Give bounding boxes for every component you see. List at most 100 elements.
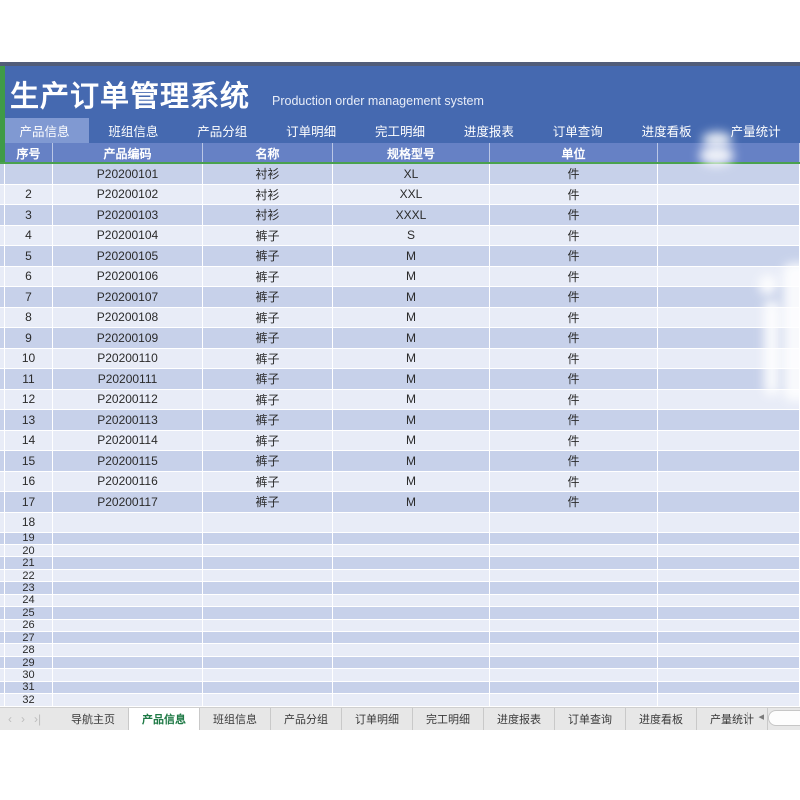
cell-code[interactable]: P20200114 [53,431,203,451]
cell-name[interactable] [203,513,333,532]
cell-no[interactable]: 13 [5,410,53,430]
cell-name[interactable] [203,582,333,593]
cell-unit[interactable]: 件 [490,205,658,225]
cell-blank[interactable] [658,595,800,606]
cell-unit[interactable] [490,669,658,680]
cell-no[interactable]: 7 [5,287,53,307]
cell-no[interactable]: 4 [5,226,53,246]
cell-unit[interactable] [490,557,658,568]
sheet-tab-产量统计[interactable]: 产量统计 [697,708,768,730]
cell-unit[interactable]: 件 [490,492,658,512]
cell-no[interactable]: 15 [5,451,53,471]
cell-blank[interactable] [658,451,800,471]
cell-blank[interactable] [658,513,800,532]
cell-code[interactable]: P20200112 [53,390,203,410]
cell-no[interactable]: 10 [5,349,53,369]
cell-spec[interactable]: XXXL [333,205,490,225]
sheet-tab-产品分组[interactable]: 产品分组 [271,708,342,730]
cell-no[interactable]: 17 [5,492,53,512]
cell-name[interactable]: 裤子 [203,328,333,348]
cell-spec[interactable]: M [333,390,490,410]
cell-blank[interactable] [658,369,800,389]
cell-name[interactable] [203,694,333,705]
cell-name[interactable]: 裤子 [203,431,333,451]
cell-name[interactable]: 裤子 [203,246,333,266]
cell-unit[interactable] [490,620,658,631]
cell-code[interactable]: P20200101 [53,164,203,184]
cell-no[interactable]: 12 [5,390,53,410]
nav-tab-产品分组[interactable]: 产品分组 [178,118,267,143]
cell-code[interactable] [53,557,203,568]
cell-code[interactable] [53,570,203,581]
sheet-scroll-icon-1[interactable]: › [21,712,25,726]
cell-no[interactable]: 16 [5,472,53,492]
cell-no[interactable]: 19 [5,533,53,544]
cell-code[interactable] [53,582,203,593]
sheet-tab-订单查询[interactable]: 订单查询 [555,708,626,730]
cell-unit[interactable]: 件 [490,390,658,410]
cell-blank[interactable] [658,492,800,512]
cell-no[interactable]: 24 [5,595,53,606]
cell-code[interactable] [53,545,203,556]
cell-code[interactable] [53,644,203,655]
cell-blank[interactable] [658,632,800,643]
cell-unit[interactable] [490,682,658,693]
cell-blank[interactable] [658,390,800,410]
cell-unit[interactable] [490,657,658,668]
cell-blank[interactable] [658,287,800,307]
cell-name[interactable] [203,682,333,693]
cell-spec[interactable] [333,570,490,581]
cell-spec[interactable]: XXL [333,185,490,205]
cell-unit[interactable] [490,632,658,643]
cell-blank[interactable] [658,246,800,266]
cell-spec[interactable]: M [333,492,490,512]
cell-blank[interactable] [658,607,800,618]
cell-blank[interactable] [658,669,800,680]
cell-unit[interactable]: 件 [490,410,658,430]
cell-spec[interactable] [333,682,490,693]
cell-code[interactable] [53,682,203,693]
cell-unit[interactable]: 件 [490,287,658,307]
nav-tab-订单明细[interactable]: 订单明细 [267,118,356,143]
cell-code[interactable] [53,513,203,532]
cell-code[interactable]: P20200115 [53,451,203,471]
cell-no[interactable]: 9 [5,328,53,348]
cell-name[interactable]: 裤子 [203,410,333,430]
cell-blank[interactable] [658,349,800,369]
column-header-序号[interactable]: 序号 [5,143,53,163]
cell-code[interactable] [53,657,203,668]
cell-name[interactable] [203,570,333,581]
nav-tab-订单查询[interactable]: 订单查询 [533,118,622,143]
sheet-scroll-icon-0[interactable]: ‹ [8,712,12,726]
cell-spec[interactable]: M [333,431,490,451]
cell-code[interactable] [53,607,203,618]
cell-blank[interactable] [658,644,800,655]
cell-code[interactable]: P20200103 [53,205,203,225]
cell-no[interactable]: 20 [5,545,53,556]
cell-spec[interactable]: M [333,308,490,328]
cell-unit[interactable] [490,595,658,606]
cell-unit[interactable]: 件 [490,267,658,287]
cell-unit[interactable] [490,694,658,705]
cell-no[interactable]: 5 [5,246,53,266]
cell-blank[interactable] [658,226,800,246]
cell-unit[interactable]: 件 [490,226,658,246]
cell-spec[interactable] [333,657,490,668]
cell-blank[interactable] [658,205,800,225]
cell-code[interactable] [53,533,203,544]
cell-no[interactable]: 6 [5,267,53,287]
cell-unit[interactable]: 件 [490,431,658,451]
cell-name[interactable]: 裤子 [203,451,333,471]
cell-unit[interactable] [490,513,658,532]
sheet-tab-导航主页[interactable]: 导航主页 [58,708,129,730]
cell-no[interactable]: 11 [5,369,53,389]
cell-name[interactable]: 裤子 [203,287,333,307]
cell-unit[interactable]: 件 [490,308,658,328]
cell-no[interactable]: 29 [5,657,53,668]
cell-code[interactable]: P20200109 [53,328,203,348]
cell-no[interactable]: 22 [5,570,53,581]
cell-unit[interactable]: 件 [490,369,658,389]
sheet-tab-订单明细[interactable]: 订单明细 [342,708,413,730]
cell-code[interactable]: P20200104 [53,226,203,246]
cell-code[interactable]: P20200108 [53,308,203,328]
